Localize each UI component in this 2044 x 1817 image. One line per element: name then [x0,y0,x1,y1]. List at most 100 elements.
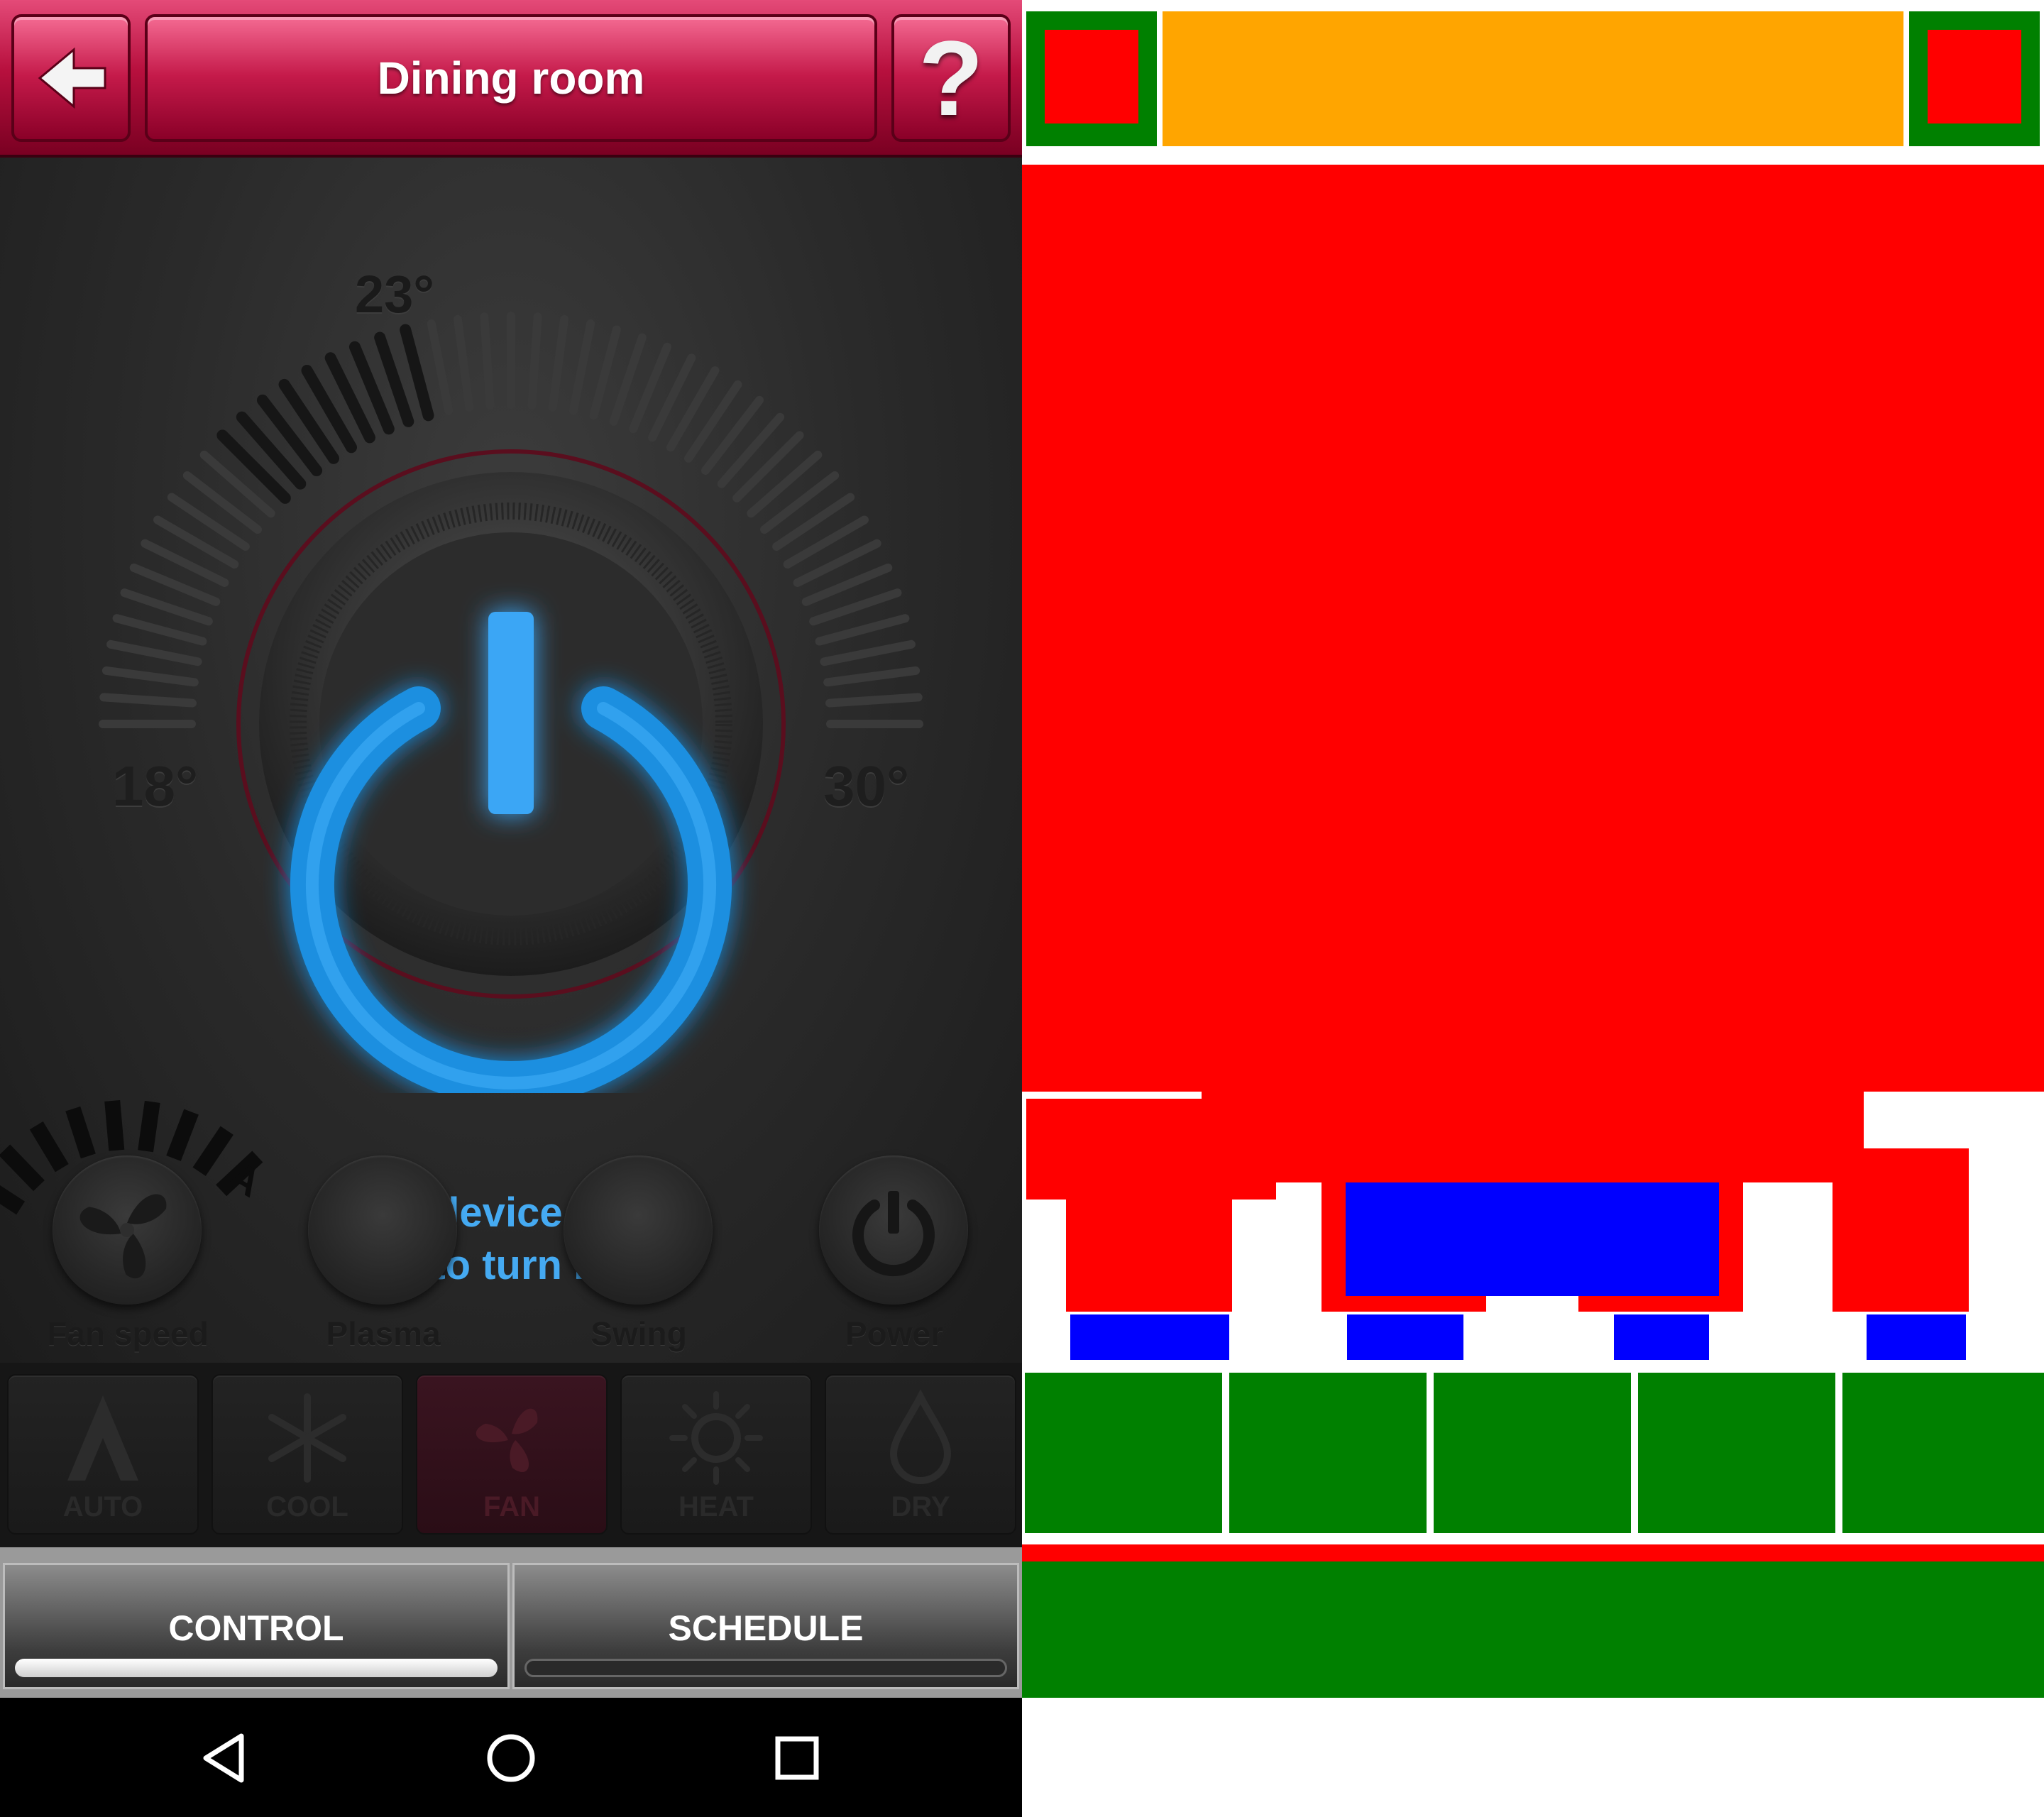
mask-tab-bar [1022,1561,2044,1698]
mask-gap [1022,1092,1202,1097]
mask-power-label [1867,1314,1966,1360]
fan-speed-segment [138,1100,160,1153]
mask-fan-speed-label [1070,1314,1229,1360]
tab-schedule[interactable]: SCHEDULE [512,1563,1019,1689]
scale-tick [589,325,621,420]
min-temperature: 18° [112,754,198,818]
scale-tick [106,639,202,666]
mask-dial-lower [1202,1092,1864,1182]
plasma-button[interactable] [308,1155,457,1305]
snowflake-icon [268,1393,346,1483]
swing-button[interactable] [564,1155,713,1305]
mode-auto-label: AUTO [62,1491,143,1522]
scale-tick [825,693,923,708]
page-title: Dining room [377,53,645,104]
tab-schedule-indicator [524,1659,1007,1677]
mask-swing-label [1614,1314,1709,1360]
mode-heat-label: HEAT [678,1491,754,1522]
mask-gap-2 [1486,1296,1578,1312]
fan-speed-label: Fan speed [47,1315,209,1352]
swing-label: Swing [590,1315,687,1352]
scale-tick [527,312,542,410]
scale-tick [480,312,495,410]
title-bar: Dining room [145,14,877,142]
mode-selector: AUTO COOL FAN HEAT DRY [0,1363,1022,1547]
scale-tick [700,395,764,475]
fan-speed-segment [166,1109,199,1161]
scale-tick [112,614,207,646]
mode-fan-button[interactable]: FAN [416,1374,608,1535]
nav-back-button[interactable] [186,1719,264,1797]
system-navigation-bar [0,1698,1022,1817]
mode-cool-button[interactable]: COOL [211,1374,403,1535]
segmentation-mask [1022,0,2044,1817]
scale-tick [717,412,785,488]
scale-tick [815,614,910,646]
back-button[interactable] [11,14,131,142]
scale-tick [400,324,434,422]
mask-help-button [1928,30,2021,123]
mask-power-button [1833,1148,1969,1312]
nav-home-button[interactable] [472,1719,550,1797]
mask-plasma-label [1347,1314,1463,1360]
mask-mode-heat [1638,1373,1835,1533]
scale-tick [199,450,275,518]
phone-screen: Dining room ? 23° 18° 30° This device is… [0,0,1022,1817]
back-icon [203,1733,244,1783]
top-bar: Dining room ? [0,0,1022,158]
scale-tick [548,314,569,412]
mode-fan-label: FAN [483,1491,540,1522]
power-label: Power [845,1315,944,1352]
tab-schedule-label: SCHEDULE [668,1608,864,1648]
mode-auto-button[interactable]: AUTO [7,1374,199,1535]
mask-mode-auto [1025,1373,1222,1533]
fan-speed-segment [192,1126,233,1176]
scale-tick [236,411,307,490]
fan-speed-segment [65,1106,96,1159]
scale-tick [823,666,921,687]
mode-heat-button[interactable]: HEAT [620,1374,812,1535]
scale-tick [747,450,823,518]
home-icon [487,1734,535,1782]
mask-gap-3 [1864,1092,2044,1148]
recents-icon [775,1736,819,1780]
scale-tick [99,693,197,708]
tab-control-label: CONTROL [168,1608,344,1648]
arrow-left-icon [38,47,106,109]
fan-icon [79,1194,167,1279]
fan-icon [476,1408,538,1472]
scale-tick [216,429,291,504]
mask-status-text [1346,1182,1719,1296]
mask-title [1163,11,1903,146]
mask-back-button [1045,30,1138,123]
plasma-label: Plasma [326,1315,441,1352]
mask-mode-cool [1229,1373,1427,1533]
scale-tick [732,431,804,503]
mode-dry-label: DRY [891,1491,950,1522]
fan-speed-segment [104,1099,125,1151]
scale-tick [820,639,916,666]
tab-control[interactable]: CONTROL [3,1563,510,1689]
droplet-icon [889,1389,952,1484]
scale-tick [101,666,199,687]
mask-main-region [1022,165,2044,1092]
fan-speed-segment [0,1185,26,1215]
fan-speed-segment [0,1217,8,1221]
scale-tick [427,319,454,415]
scale-tick [760,471,840,534]
max-temperature: 30° [823,754,909,818]
nav-recents-button[interactable] [758,1719,836,1797]
mask-tab-divider [1022,1544,2044,1561]
power-toggle-button[interactable] [263,582,759,1105]
tab-control-indicator [15,1659,498,1677]
fan-speed-button[interactable] [53,1155,202,1305]
power-icon [852,1191,935,1277]
mask-mode-dry [1842,1373,2044,1533]
help-button[interactable]: ? [891,14,1011,142]
mode-dry-button[interactable]: DRY [825,1374,1016,1535]
setpoint-temperature: 23° [355,265,434,324]
auto-icon [67,1395,138,1481]
mask-fan-speed-arc [1026,1099,1276,1200]
power-button[interactable] [819,1155,968,1305]
help-icon: ? [918,18,984,138]
